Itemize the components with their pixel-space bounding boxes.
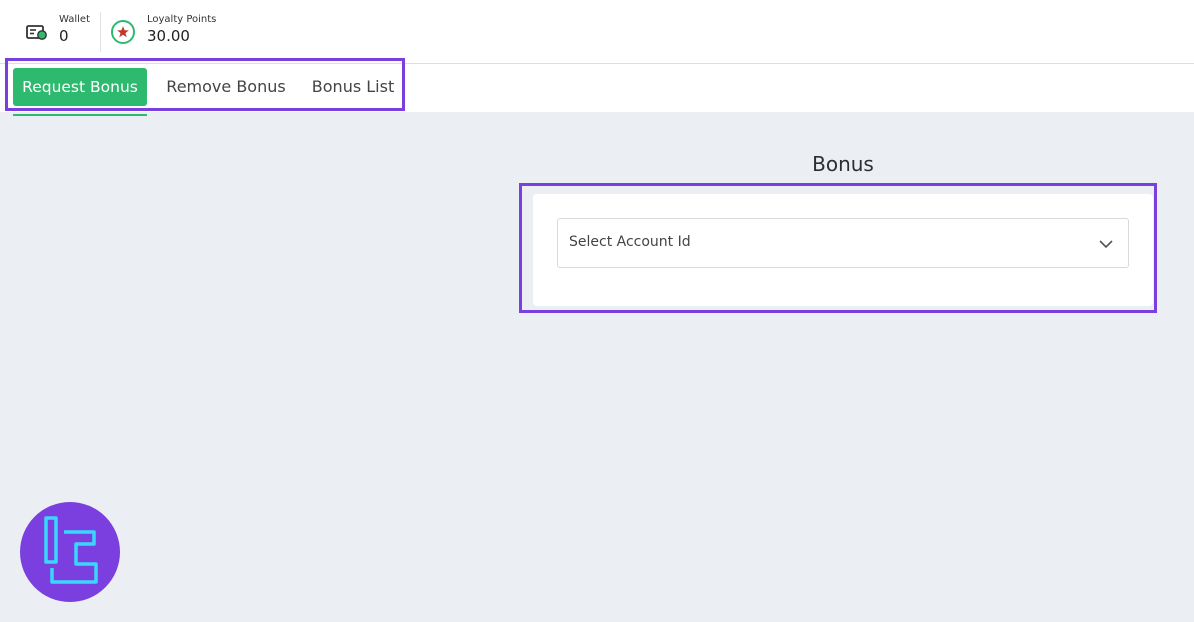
wallet-label: Wallet [59,14,91,25]
star-icon [111,20,135,44]
loyalty-points-value: 30.00 [147,27,190,45]
brand-logo-icon [20,502,120,602]
tab-remove-bonus[interactable]: Remove Bonus [160,68,292,106]
chevron-down-icon [1099,240,1113,249]
account-id-select[interactable]: Select Account Id [557,218,1129,268]
tab-request-bonus[interactable]: Request Bonus [13,68,147,106]
loyalty-points-label: Loyalty Points [147,14,217,25]
wallet-stat[interactable]: Wallet 0 [22,12,98,52]
header-divider [100,12,101,52]
account-id-select-placeholder: Select Account Id [569,234,691,250]
active-tab-underline [13,114,147,116]
loyalty-points-stat[interactable]: Loyalty Points 30.00 [110,12,250,52]
tab-bonus-list[interactable]: Bonus List [305,68,401,106]
page-title: Bonus [812,152,874,176]
wallet-value: 0 [59,27,69,45]
wallet-icon [26,25,47,40]
